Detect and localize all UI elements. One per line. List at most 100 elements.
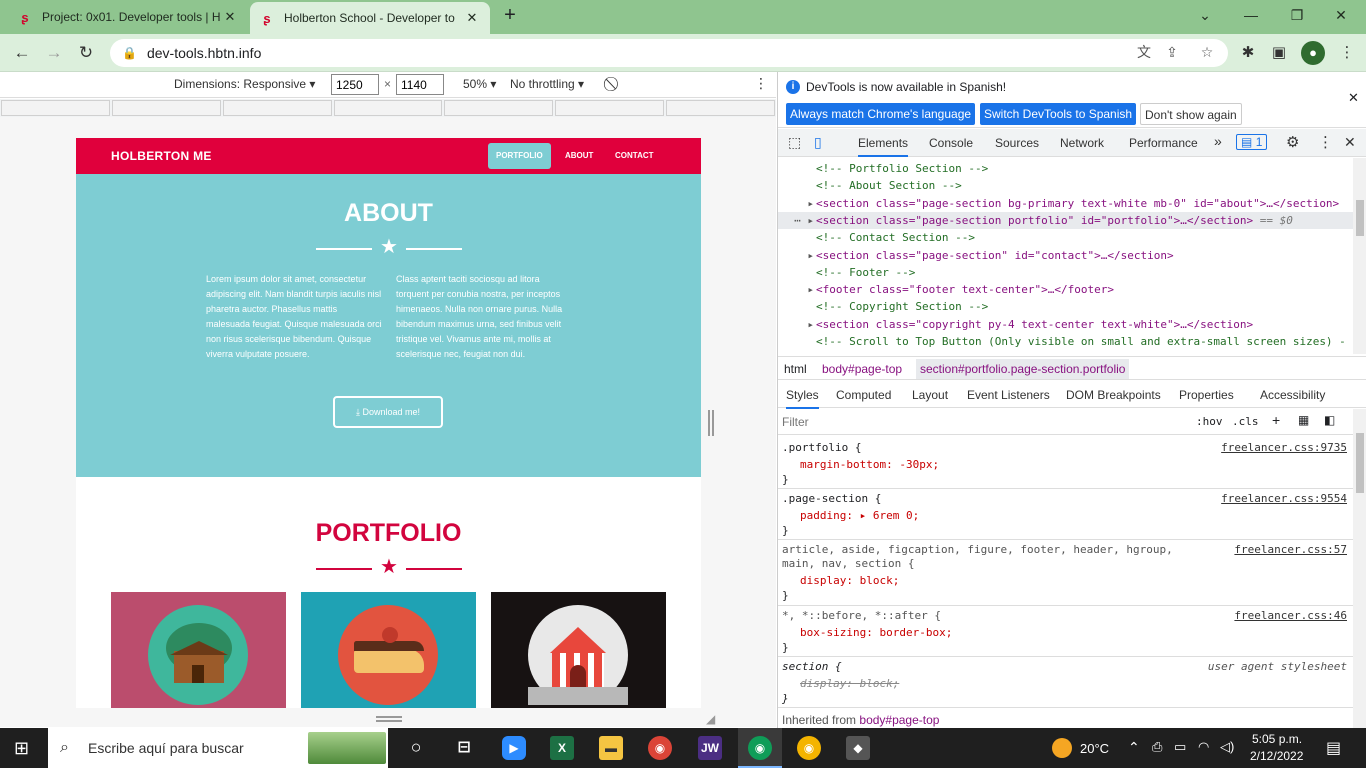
battery-icon[interactable]: ▭ bbox=[1174, 739, 1186, 755]
dom-node-line[interactable]: <!-- About Section --> bbox=[778, 177, 1353, 194]
dom-node-line[interactable]: <!-- Contact Section --> bbox=[778, 229, 1353, 246]
crumb-html[interactable]: html bbox=[784, 362, 807, 376]
omnibox[interactable]: 🔒 dev-tools.hbtn.info bbox=[110, 39, 1228, 67]
weather-icon[interactable] bbox=[1052, 738, 1072, 758]
site-brand[interactable]: HOLBERTON ME bbox=[111, 149, 212, 163]
crumb-body[interactable]: body#page-top bbox=[822, 362, 902, 376]
dom-scrollbar[interactable] bbox=[1353, 158, 1366, 354]
dom-node-line[interactable]: ⋯ ▸ <section class="page-section portfoli… bbox=[778, 211, 1353, 229]
dom-node-line[interactable]: <!-- Copyright Section --> bbox=[778, 298, 1353, 315]
new-tab-button[interactable]: + bbox=[500, 5, 520, 26]
media-query-segment[interactable] bbox=[444, 100, 554, 116]
rule-source-link[interactable]: freelancer.css:9554 bbox=[1221, 492, 1347, 505]
dom-node-line[interactable]: ▸ <section class="copyright py-4 text-cen… bbox=[778, 316, 1353, 333]
dom-node-line[interactable]: ▸ <footer class="footer text-center">…</f… bbox=[778, 281, 1353, 298]
translate-icon[interactable]: 文 bbox=[1134, 42, 1154, 62]
chrome-active-taskbar-item[interactable]: ◉ bbox=[738, 728, 782, 768]
rule-selector[interactable]: .page-section { bbox=[782, 492, 881, 505]
cls-toggle[interactable]: .cls bbox=[1232, 415, 1259, 428]
expand-arrow-icon[interactable]: ▸ bbox=[778, 316, 816, 333]
portfolio-card-cake[interactable] bbox=[301, 592, 476, 708]
sidebar-toggle-icon[interactable]: ◧ bbox=[1324, 413, 1335, 427]
resize-handle-vertical[interactable] bbox=[708, 410, 714, 436]
tab-properties[interactable]: Properties bbox=[1179, 388, 1234, 402]
extensions-icon[interactable]: ✱ bbox=[1237, 42, 1259, 64]
portfolio-card-cabin[interactable] bbox=[111, 592, 286, 708]
rule-property[interactable]: padding: ▸ 6rem 0; bbox=[800, 509, 919, 522]
dont-show-again-button[interactable]: Don't show again bbox=[1140, 103, 1242, 125]
windows-start-icon[interactable]: ⊞ bbox=[14, 738, 34, 758]
zoom-app-icon[interactable]: ▶ bbox=[502, 736, 526, 760]
device-menu-icon[interactable]: ⋮ bbox=[754, 75, 768, 92]
rule-selector[interactable]: section { bbox=[782, 660, 842, 673]
media-query-segment[interactable] bbox=[111, 100, 221, 116]
always-match-button[interactable]: Always match Chrome's language bbox=[786, 103, 976, 125]
device-toggle-icon[interactable]: ▯ bbox=[814, 134, 822, 151]
crumb-section[interactable]: section#portfolio.page-section.portfolio bbox=[916, 359, 1130, 379]
rule-source-link[interactable]: freelancer.css:9735 bbox=[1221, 441, 1347, 454]
tab-elements[interactable]: Elements bbox=[858, 136, 909, 157]
more-tabs-button[interactable]: » bbox=[1214, 133, 1222, 149]
devtools-menu-icon[interactable]: ⋮ bbox=[1318, 133, 1333, 151]
tab-dom-breakpoints[interactable]: DOM Breakpoints bbox=[1066, 388, 1161, 402]
notifications-icon[interactable]: ▤ bbox=[1326, 738, 1341, 758]
dimensions-select[interactable]: Dimensions: Responsive ▾ bbox=[174, 77, 315, 91]
rule-selector[interactable]: *, *::before, *::after { bbox=[782, 609, 941, 622]
rule-property[interactable]: box-sizing: border-box; bbox=[800, 626, 952, 639]
meet-icon[interactable]: ⎙ bbox=[1152, 739, 1162, 755]
media-query-segment[interactable] bbox=[333, 100, 443, 116]
chrome-profile2-icon[interactable]: ◉ bbox=[797, 736, 821, 760]
height-input[interactable] bbox=[396, 74, 444, 95]
volume-icon[interactable]: ◁) bbox=[1220, 739, 1234, 755]
expand-arrow-icon[interactable]: ▸ bbox=[778, 195, 816, 212]
resize-handle-horizontal[interactable] bbox=[376, 716, 402, 722]
close-tab-icon[interactable]: ✕ bbox=[464, 10, 480, 26]
issues-badge[interactable]: ▤ 1 bbox=[1236, 134, 1268, 150]
tab-layout[interactable]: Layout bbox=[912, 388, 948, 402]
download-button[interactable]: ⤓ Download me! bbox=[333, 396, 443, 428]
portfolio-card-circus[interactable] bbox=[491, 592, 666, 708]
throttling-select[interactable]: No throttling ▾ bbox=[510, 77, 584, 91]
rule-selector[interactable]: article, aside, figcaption, figure, foot… bbox=[782, 543, 1212, 571]
back-button[interactable]: ← bbox=[10, 42, 34, 64]
resize-corner-icon[interactable]: ◢ bbox=[706, 712, 715, 726]
tab-computed[interactable]: Computed bbox=[836, 388, 891, 402]
tab-project[interactable]: ʂ Project: 0x01. Developer tools | H ✕ bbox=[8, 0, 248, 34]
tab-accessibility[interactable]: Accessibility bbox=[1260, 388, 1325, 402]
media-query-segment[interactable] bbox=[1, 100, 110, 116]
rule-source-link[interactable]: freelancer.css:46 bbox=[1234, 609, 1347, 622]
nav-contact[interactable]: CONTACT bbox=[607, 143, 662, 169]
git-app-icon[interactable]: ◆ bbox=[846, 736, 870, 760]
dom-node-line[interactable]: <!-- Portfolio Section --> bbox=[778, 160, 1353, 177]
styles-filter-input[interactable] bbox=[782, 412, 1186, 432]
styles-scrollbar[interactable] bbox=[1353, 409, 1366, 728]
task-view-icon[interactable]: ⊟ bbox=[452, 736, 476, 760]
dom-node-line[interactable]: ▸ <section class="page-section bg-primary… bbox=[778, 195, 1353, 212]
tab-search-icon[interactable]: ⌄ bbox=[1190, 4, 1220, 26]
nav-about[interactable]: ABOUT bbox=[557, 143, 601, 169]
clock-date[interactable]: 2/12/2022 bbox=[1250, 749, 1303, 763]
jw-app-icon[interactable]: JW bbox=[698, 736, 722, 760]
switch-spanish-button[interactable]: Switch DevTools to Spanish bbox=[980, 103, 1137, 125]
zoom-select[interactable]: 50% ▾ bbox=[463, 77, 496, 91]
bookmark-star-icon[interactable]: ☆ bbox=[1197, 42, 1217, 62]
profile-avatar[interactable]: ● bbox=[1301, 41, 1325, 65]
settings-gear-icon[interactable]: ⚙ bbox=[1286, 133, 1299, 151]
inspect-icon[interactable]: ⬚ bbox=[788, 134, 801, 151]
rule-source-link[interactable]: freelancer.css:57 bbox=[1234, 543, 1347, 556]
inherited-target-link[interactable]: body#page-top bbox=[859, 713, 939, 727]
close-infobar-icon[interactable]: ✕ bbox=[1348, 90, 1359, 106]
side-panel-icon[interactable]: ▣ bbox=[1268, 42, 1290, 64]
file-explorer-icon[interactable]: ▬ bbox=[599, 736, 623, 760]
reload-button[interactable]: ↻ bbox=[74, 42, 98, 64]
width-input[interactable] bbox=[331, 74, 379, 95]
rule-property[interactable]: margin-bottom: -30px; bbox=[800, 458, 939, 471]
clock-time[interactable]: 5:05 p.m. bbox=[1252, 732, 1302, 746]
expand-arrow-icon[interactable]: ⋯ ▸ bbox=[778, 212, 816, 229]
close-window-button[interactable]: ✕ bbox=[1326, 4, 1356, 26]
restore-button[interactable]: ❐ bbox=[1282, 4, 1312, 26]
wifi-icon[interactable]: ◠ bbox=[1198, 739, 1209, 755]
expand-arrow-icon[interactable]: ▸ bbox=[778, 247, 816, 264]
lock-icon[interactable]: 🔒 bbox=[122, 46, 137, 60]
tab-console[interactable]: Console bbox=[929, 136, 973, 150]
